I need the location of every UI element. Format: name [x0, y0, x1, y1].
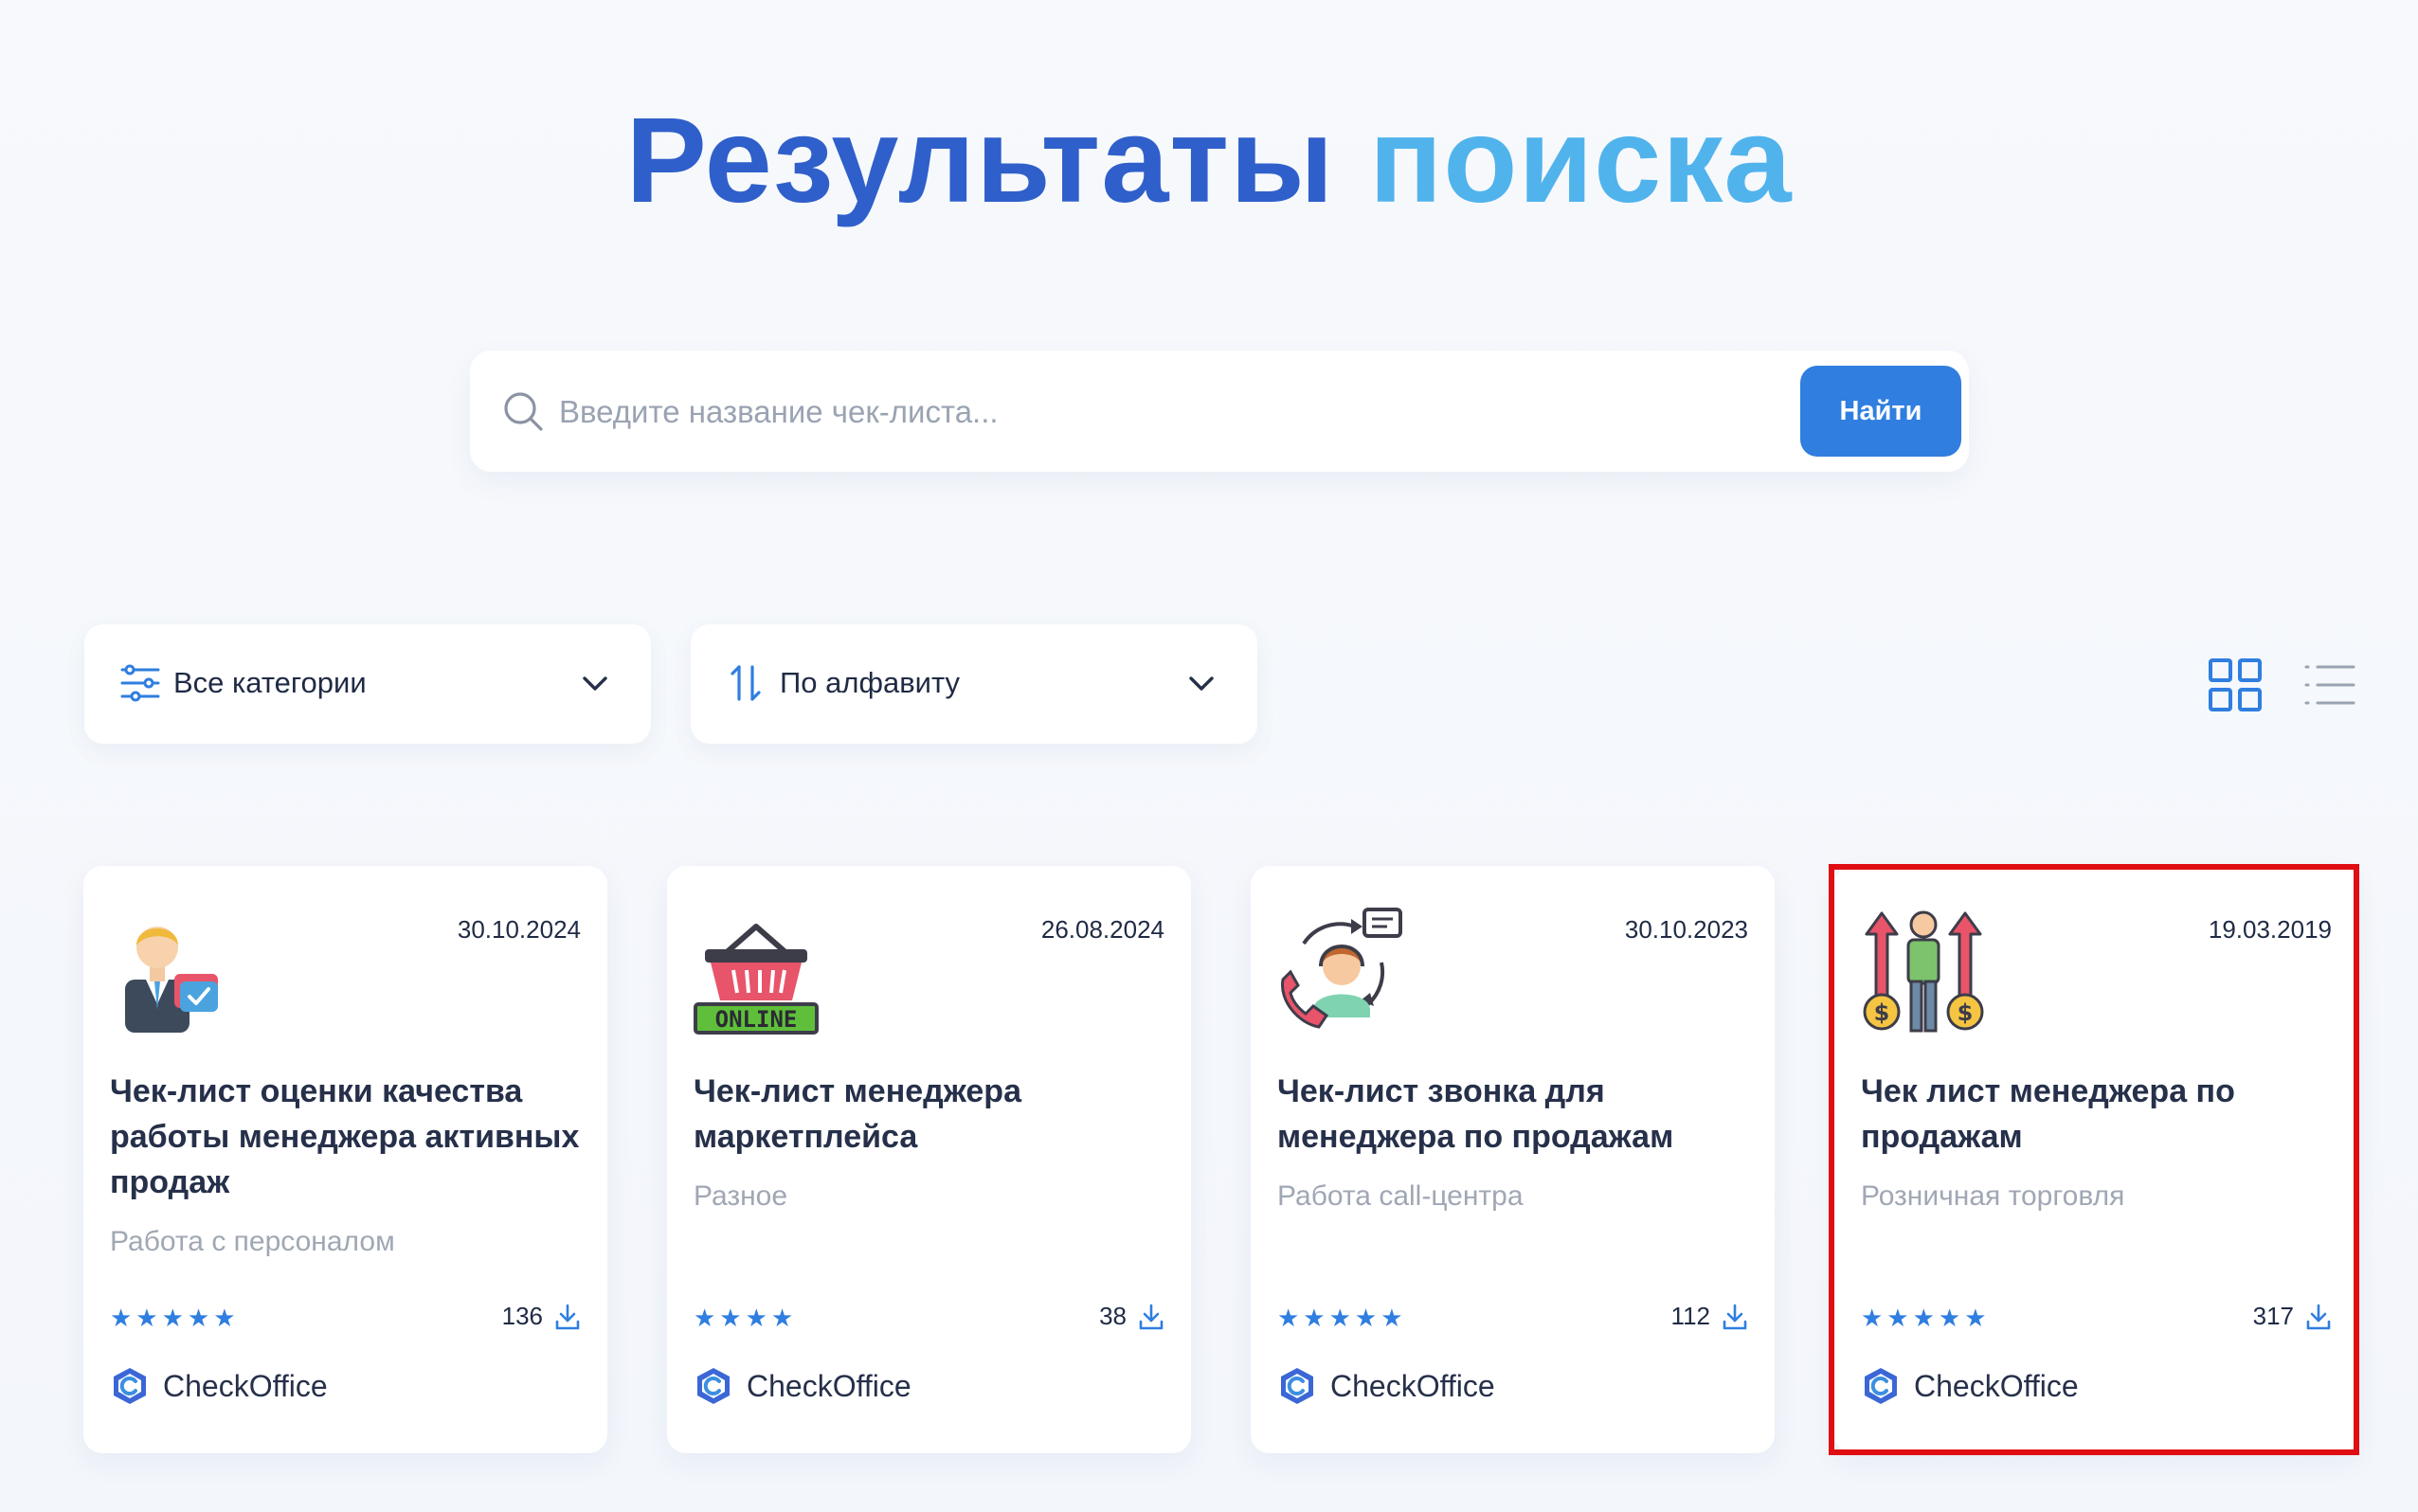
download-icon[interactable] — [554, 1303, 581, 1331]
card-category: Работа с персоналом — [110, 1226, 395, 1257]
call-center-operator-icon — [1281, 908, 1402, 1029]
svg-text:$: $ — [1958, 999, 1974, 1026]
chevron-down-icon — [583, 676, 607, 691]
filter-sliders-icon — [120, 664, 160, 702]
download-icon[interactable] — [1722, 1303, 1748, 1331]
checkoffice-logo-icon — [1865, 1368, 1897, 1404]
card-category: Работа call-центра — [1277, 1180, 1524, 1212]
card-date: 30.10.2024 — [457, 915, 581, 944]
card-date: 30.10.2023 — [1624, 915, 1748, 944]
page-title-part2: поиска — [1368, 93, 1793, 228]
checklist-card[interactable]: $ $ 19.03.2019 Чек лист менеджера по про… — [1834, 866, 2358, 1453]
sort-arrows-icon — [731, 665, 761, 701]
download-count: 112 — [1670, 1302, 1710, 1330]
download-icon[interactable] — [1138, 1303, 1164, 1331]
search-input[interactable] — [557, 379, 1651, 445]
card-rating-stars: ★★★★★ — [1277, 1304, 1407, 1332]
chevron-down-icon — [1189, 676, 1214, 691]
download-count: 317 — [2252, 1302, 2294, 1330]
checklist-card[interactable]: 30.10.2024 Чек-лист оценки качества рабо… — [83, 866, 607, 1453]
card-brand: CheckOffice — [694, 1366, 911, 1406]
card-category: Розничная торговля — [1861, 1180, 2125, 1212]
card-downloads: 38 — [1099, 1302, 1164, 1331]
card-downloads: 112 — [1671, 1302, 1748, 1331]
card-downloads: 317 — [2253, 1302, 2332, 1331]
card-brand: CheckOffice — [1861, 1366, 2079, 1406]
card-title[interactable]: Чек лист менеджера по продажам — [1861, 1069, 2335, 1160]
card-brand: CheckOffice — [110, 1366, 328, 1406]
card-brand: CheckOffice — [1277, 1366, 1495, 1406]
sales-growth-person-icon: $ $ — [1863, 910, 1984, 1033]
svg-text:$: $ — [1874, 999, 1890, 1026]
category-filter-dropdown[interactable]: Все категории — [84, 624, 651, 744]
online-basket-icon: ONLINE — [694, 924, 819, 1035]
card-category: Разное — [694, 1180, 788, 1212]
card-rating-stars: ★★★★★ — [110, 1304, 240, 1332]
card-title[interactable]: Чек-лист оценки качества работы менеджер… — [110, 1069, 584, 1205]
checkoffice-logo-icon — [1281, 1368, 1313, 1404]
brand-name: CheckOffice — [747, 1368, 911, 1403]
sort-dropdown[interactable]: По алфавиту — [691, 624, 1257, 744]
page-title: Результаты поиска — [0, 90, 2418, 232]
page-title-part1: Результаты — [625, 93, 1335, 228]
checklist-card[interactable]: 30.10.2023 Чек-лист звонка для менеджера… — [1251, 866, 1775, 1453]
svg-text:ONLINE: ONLINE — [715, 1006, 798, 1033]
card-title[interactable]: Чек-лист звонка для менеджера по продажа… — [1277, 1069, 1751, 1160]
brand-name: CheckOffice — [1330, 1368, 1495, 1403]
list-view-icon[interactable] — [2302, 661, 2357, 709]
checkoffice-logo-icon — [114, 1368, 146, 1404]
checklist-card[interactable]: ONLINE 26.08.2024 Чек-лист менеджера мар… — [667, 866, 1191, 1453]
grid-view-icon[interactable] — [2208, 657, 2263, 712]
brand-name: CheckOffice — [163, 1368, 328, 1403]
search-button[interactable]: Найти — [1800, 366, 1961, 457]
brand-name: CheckOffice — [1914, 1368, 2079, 1403]
category-filter-label: Все категории — [173, 666, 367, 699]
download-count: 38 — [1099, 1302, 1127, 1330]
card-title[interactable]: Чек-лист менеджера маркетплейса — [694, 1069, 1167, 1160]
checkoffice-logo-icon — [697, 1368, 730, 1404]
download-count: 136 — [501, 1302, 543, 1330]
card-date: 19.03.2019 — [2208, 915, 2332, 944]
card-date: 26.08.2024 — [1040, 915, 1164, 944]
search-icon — [504, 392, 543, 431]
card-downloads: 136 — [502, 1302, 581, 1331]
download-icon[interactable] — [2305, 1303, 2332, 1331]
card-rating-stars: ★★★★★ — [1861, 1304, 1991, 1332]
manager-checkmark-icon — [125, 927, 218, 1033]
card-rating-stars: ★★★★ — [694, 1304, 798, 1332]
search-bar: Найти — [470, 351, 1969, 472]
sort-label: По алфавиту — [780, 666, 961, 699]
